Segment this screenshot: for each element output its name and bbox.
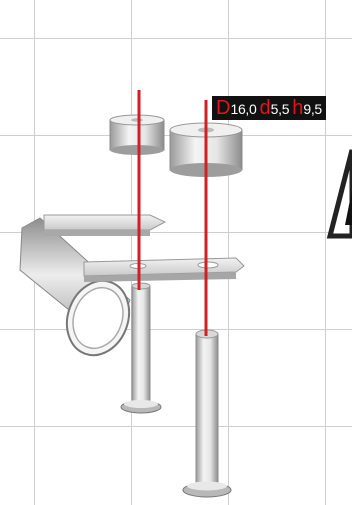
assembly-drawing xyxy=(19,90,352,498)
lower-bracket-plate xyxy=(83,257,245,282)
tube xyxy=(19,217,131,357)
right-screw xyxy=(182,329,232,498)
outer-diameter-key: D xyxy=(216,97,231,119)
dimension-label: D 16,0 d 5,5 h 9,5 xyxy=(212,96,326,120)
height-value: 9,5 xyxy=(303,101,322,117)
left-spacer xyxy=(109,114,165,155)
outer-diameter-value: 16,0 xyxy=(230,101,257,117)
warning-sign-fragment xyxy=(326,149,352,239)
height-key: h xyxy=(292,97,304,119)
inner-diameter-value: 5,5 xyxy=(270,101,290,117)
inner-diameter-key: d xyxy=(259,97,271,119)
upper-bracket-plate xyxy=(43,214,167,236)
